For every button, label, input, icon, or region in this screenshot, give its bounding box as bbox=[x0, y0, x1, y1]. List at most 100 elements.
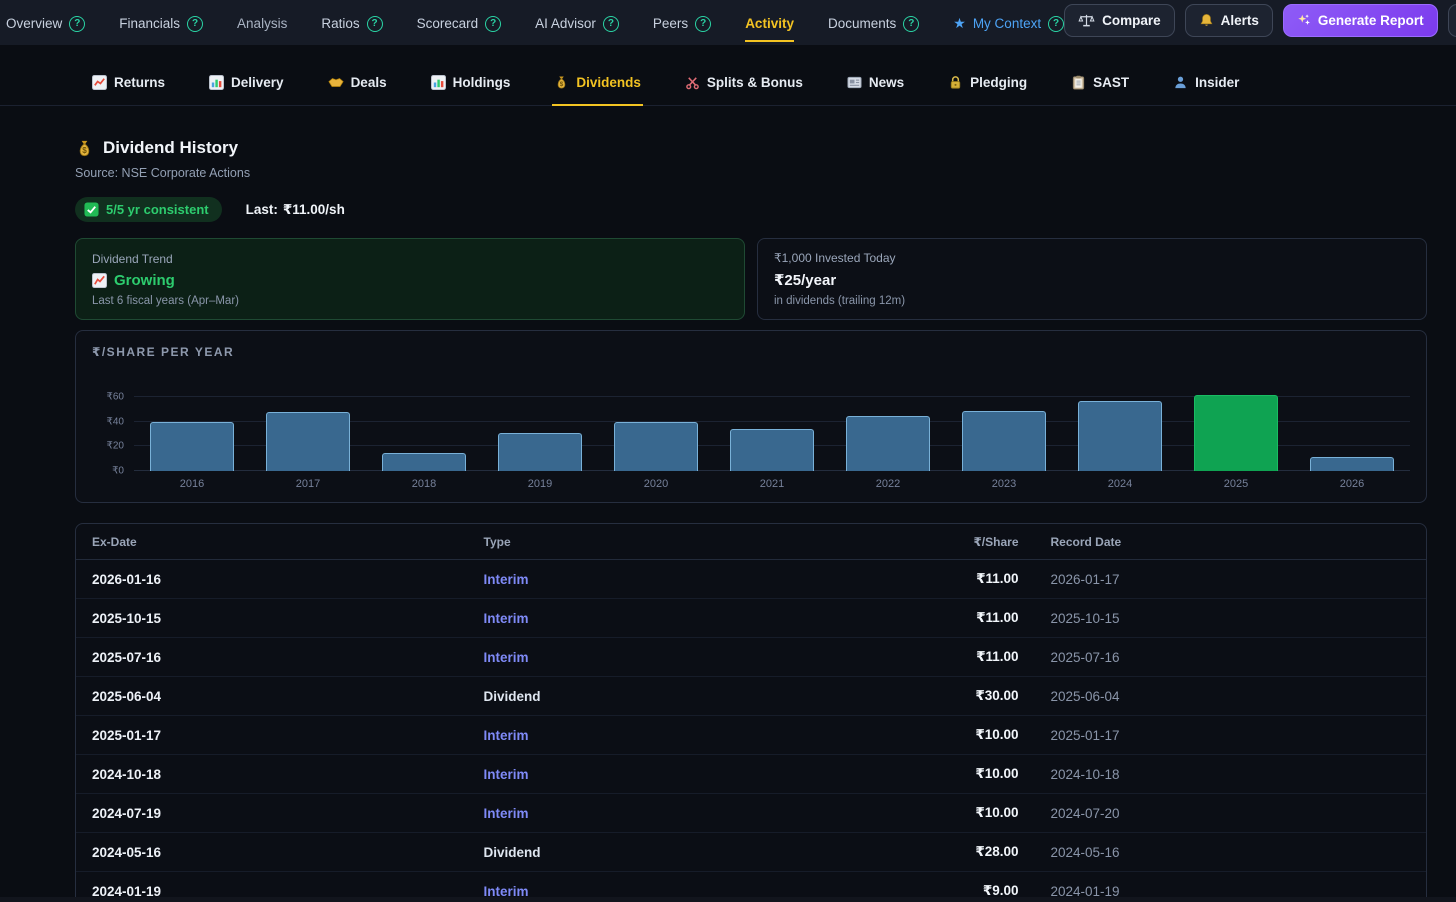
bar-slot bbox=[830, 379, 946, 471]
type-cell: Interim bbox=[468, 716, 941, 755]
nav-activity[interactable]: Activity bbox=[745, 3, 794, 42]
help-icon[interactable]: ? bbox=[187, 16, 203, 32]
ex-date-cell: 2024-05-16 bbox=[76, 833, 468, 872]
table-row: 2026-01-16 Interim ₹11.00 2026-01-17 bbox=[76, 560, 1426, 599]
generate-report-button[interactable]: Generate Report bbox=[1283, 4, 1438, 37]
summary-badges: 5/5 yr consistent Last: ₹11.00/sh bbox=[75, 197, 1427, 222]
x-tick-label: 2018 bbox=[366, 478, 482, 490]
tab-dividends[interactable]: $ Dividends bbox=[552, 65, 643, 106]
tab-delivery[interactable]: Delivery bbox=[207, 65, 286, 106]
tab-news[interactable]: News bbox=[845, 65, 906, 106]
tab-returns[interactable]: Returns bbox=[90, 65, 167, 106]
help-icon[interactable]: ? bbox=[1048, 16, 1064, 32]
summary-cards: Dividend Trend Growing Last 6 fiscal yea… bbox=[75, 238, 1427, 320]
table-row: 2024-07-19 Interim ₹10.00 2024-07-20 bbox=[76, 794, 1426, 833]
nav-ai-advisor[interactable]: AI Advisor ? bbox=[535, 3, 619, 43]
invested-today-card: ₹1,000 Invested Today ₹25/year in divide… bbox=[757, 238, 1427, 320]
help-icon[interactable]: ? bbox=[485, 16, 501, 32]
bell-icon bbox=[1199, 13, 1214, 28]
x-tick-label: 2021 bbox=[714, 478, 830, 490]
source-note: Source: NSE Corporate Actions bbox=[75, 166, 1427, 180]
share-amount-cell: ₹10.00 bbox=[940, 716, 1035, 755]
nav-label: Scorecard bbox=[417, 16, 479, 31]
chart-area: ₹0 ₹20 ₹40 ₹60 bbox=[92, 379, 1410, 471]
ex-date-cell: 2025-10-15 bbox=[76, 599, 468, 638]
nav-my-context[interactable]: ★ My Context ? bbox=[953, 2, 1064, 43]
nav-label: My Context bbox=[973, 16, 1041, 31]
svg-text:$: $ bbox=[82, 145, 87, 154]
tab-deals[interactable]: Deals bbox=[326, 65, 389, 106]
table-row: 2024-05-16 Dividend ₹28.00 2024-05-16 bbox=[76, 833, 1426, 872]
scale-icon bbox=[1078, 13, 1095, 28]
bar-slot bbox=[1294, 379, 1410, 471]
nav-label: Documents bbox=[828, 16, 896, 31]
ex-date-cell: 2024-10-18 bbox=[76, 755, 468, 794]
record-date-cell: 2025-01-17 bbox=[1035, 716, 1427, 755]
alerts-button[interactable]: Alerts bbox=[1185, 4, 1273, 37]
page-title: $ Dividend History bbox=[75, 138, 1427, 158]
chart-bar-2020 bbox=[614, 422, 699, 471]
scissors-icon bbox=[685, 75, 700, 90]
nav-label: Activity bbox=[745, 16, 794, 31]
type-cell: Interim bbox=[468, 638, 941, 677]
nav-peers[interactable]: Peers ? bbox=[653, 3, 711, 43]
dividends-panel: $ Dividend History Source: NSE Corporate… bbox=[0, 138, 1456, 902]
tab-pledging[interactable]: Pledging bbox=[946, 65, 1029, 106]
bar-slot bbox=[714, 379, 830, 471]
ex-date-cell: 2025-01-17 bbox=[76, 716, 468, 755]
record-date-cell: 2024-05-16 bbox=[1035, 833, 1427, 872]
nav-financials[interactable]: Financials ? bbox=[119, 3, 203, 43]
help-icon[interactable]: ? bbox=[903, 16, 919, 32]
nav-documents[interactable]: Documents ? bbox=[828, 3, 919, 43]
person-icon bbox=[1173, 75, 1188, 90]
record-date-cell: 2024-07-20 bbox=[1035, 794, 1427, 833]
card-subtext: Last 6 fiscal years (Apr–Mar) bbox=[92, 295, 728, 307]
dividend-trend-card: Dividend Trend Growing Last 6 fiscal yea… bbox=[75, 238, 745, 320]
chart-bar-2022 bbox=[846, 416, 931, 472]
page-title-text: Dividend History bbox=[103, 138, 238, 158]
tab-splits-bonus[interactable]: Splits & Bonus bbox=[683, 65, 805, 106]
svg-text:$: $ bbox=[560, 81, 564, 88]
record-date-cell: 2025-07-16 bbox=[1035, 638, 1427, 677]
nav-analysis[interactable]: Analysis bbox=[237, 3, 287, 42]
tab-label: Holdings bbox=[453, 75, 511, 90]
tab-label: Deals bbox=[351, 75, 387, 90]
ex-date-cell: 2026-01-16 bbox=[76, 560, 468, 599]
chart-bar-2026 bbox=[1310, 457, 1395, 471]
help-icon[interactable]: ? bbox=[695, 16, 711, 32]
table-row: 2025-06-04 Dividend ₹30.00 2025-06-04 bbox=[76, 677, 1426, 716]
x-tick-label: 2025 bbox=[1178, 478, 1294, 490]
x-tick-label: 2022 bbox=[830, 478, 946, 490]
guides-button[interactable]: Guides bbox=[1448, 4, 1456, 37]
dividend-chart-card: ₹/SHARE PER YEAR ₹0 ₹20 ₹40 ₹60 20162017… bbox=[75, 330, 1427, 503]
money-bag-icon: $ bbox=[554, 75, 569, 90]
handshake-icon bbox=[328, 76, 344, 89]
bottom-strip bbox=[0, 897, 1456, 902]
x-tick-label: 2016 bbox=[134, 478, 250, 490]
nav-label: Peers bbox=[653, 16, 688, 31]
tab-label: SAST bbox=[1093, 75, 1129, 90]
tab-insider[interactable]: Insider bbox=[1171, 65, 1241, 106]
y-tick: ₹60 bbox=[107, 392, 125, 403]
compare-button[interactable]: Compare bbox=[1064, 4, 1175, 37]
tab-sast[interactable]: SAST bbox=[1069, 65, 1131, 106]
help-icon[interactable]: ? bbox=[367, 16, 383, 32]
nav-overview[interactable]: Overview ? bbox=[6, 3, 85, 43]
header-share-amount: ₹/Share bbox=[940, 524, 1035, 560]
nav-scorecard[interactable]: Scorecard ? bbox=[417, 3, 502, 43]
button-label: Compare bbox=[1102, 13, 1161, 28]
growing-chart-icon bbox=[92, 273, 107, 288]
tab-label: Splits & Bonus bbox=[707, 75, 803, 90]
top-navigation-bar: Overview ? Financials ? Analysis Ratios … bbox=[0, 0, 1456, 45]
chart-bar-2019 bbox=[498, 433, 583, 471]
star-icon: ★ bbox=[953, 15, 966, 32]
x-tick-label: 2023 bbox=[946, 478, 1062, 490]
bar-chart-icon bbox=[209, 75, 224, 90]
nav-ratios[interactable]: Ratios ? bbox=[321, 3, 382, 43]
nav-label: Ratios bbox=[321, 16, 359, 31]
help-icon[interactable]: ? bbox=[69, 16, 85, 32]
x-tick-label: 2020 bbox=[598, 478, 714, 490]
tab-holdings[interactable]: Holdings bbox=[429, 65, 513, 106]
table-row: 2025-10-15 Interim ₹11.00 2025-10-15 bbox=[76, 599, 1426, 638]
help-icon[interactable]: ? bbox=[603, 16, 619, 32]
